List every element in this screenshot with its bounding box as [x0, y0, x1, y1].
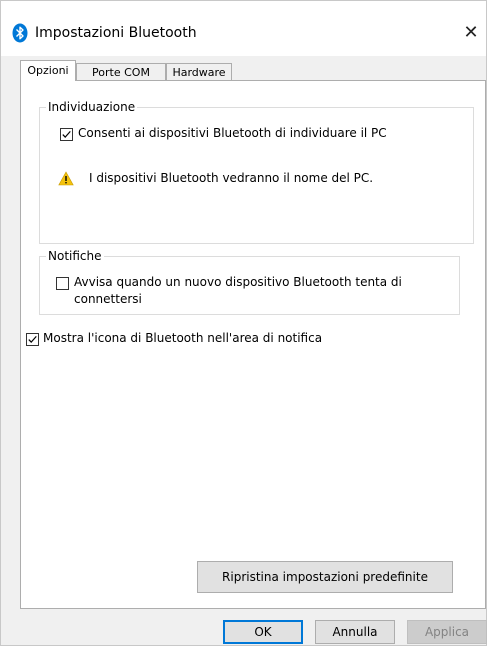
warning-icon — [58, 171, 74, 186]
show-icon-checkbox[interactable] — [26, 333, 39, 346]
ok-button[interactable]: OK — [223, 620, 303, 644]
notifications-group: Notifiche Avvisa quando un nuovo disposi… — [39, 248, 460, 315]
warning-text: I dispositivi Bluetooth vedranno il nome… — [89, 171, 374, 185]
options-panel: Individuazione Consenti ai dispositivi B… — [20, 80, 486, 609]
allow-discovery-checkbox[interactable] — [60, 128, 73, 141]
show-icon-label[interactable]: Mostra l'icona di Bluetooth nell'area di… — [43, 330, 322, 347]
title-bar: Impostazioni Bluetooth ✕ — [1, 1, 486, 56]
restore-defaults-button[interactable]: Ripristina impostazioni predefinite — [197, 561, 453, 593]
close-button[interactable]: ✕ — [459, 21, 483, 45]
bluetooth-icon — [12, 23, 28, 43]
checkmark-icon — [62, 130, 71, 138]
cancel-button[interactable]: Annulla — [315, 620, 395, 644]
window-title: Impostazioni Bluetooth — [35, 25, 197, 41]
tab-hardware[interactable]: Hardware — [166, 63, 232, 80]
discovery-group-title: Individuazione — [46, 99, 138, 115]
tab-opzioni[interactable]: Opzioni — [20, 60, 76, 81]
close-icon: ✕ — [463, 22, 479, 43]
bluetooth-settings-dialog: Impostazioni Bluetooth ✕ Opzioni Porte C… — [0, 0, 487, 646]
allow-discovery-label[interactable]: Consenti ai dispositivi Bluetooth di ind… — [78, 125, 387, 142]
checkmark-icon — [28, 335, 37, 343]
tab-porte-com[interactable]: Porte COM — [76, 63, 166, 80]
discovery-group: Individuazione Consenti ai dispositivi B… — [39, 99, 474, 244]
alert-new-device-label[interactable]: Avvisa quando un nuovo dispositivo Bluet… — [74, 274, 446, 308]
alert-new-device-checkbox[interactable] — [56, 277, 69, 290]
notifications-group-title: Notifiche — [46, 248, 104, 264]
apply-button[interactable]: Applica — [407, 620, 487, 644]
